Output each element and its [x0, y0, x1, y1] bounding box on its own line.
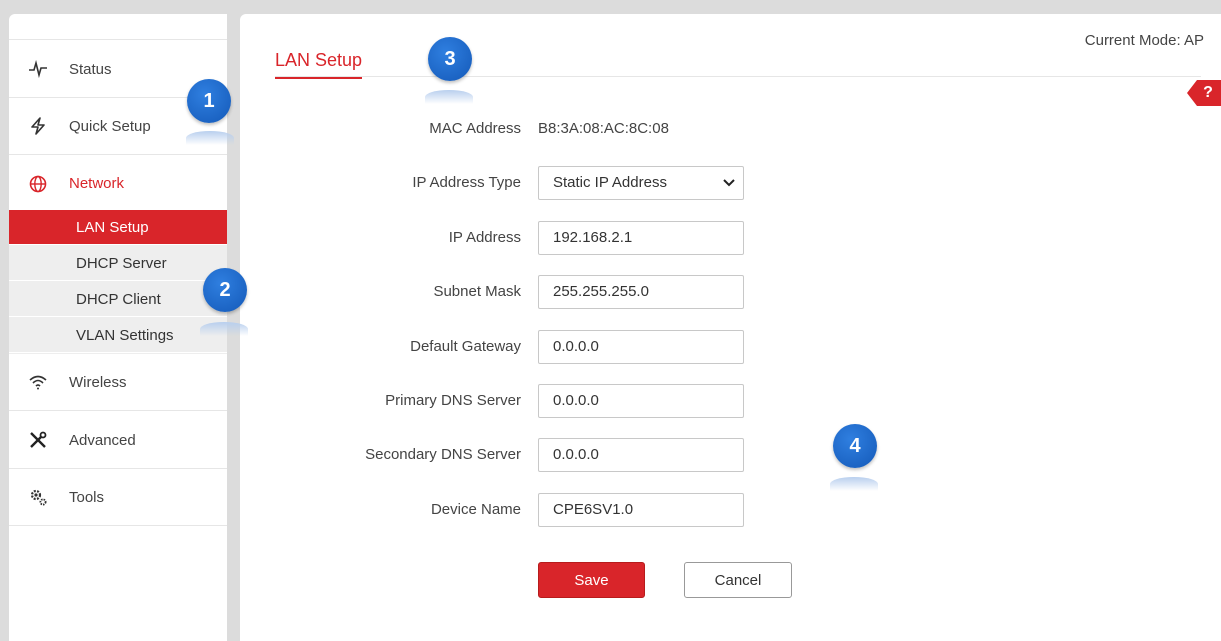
default-gateway-input[interactable]: 0.0.0.0: [538, 330, 744, 364]
sidebar-subitem-dhcp-server[interactable]: DHCP Server: [9, 246, 227, 281]
secondary-dns-row: Secondary DNS Server 0.0.0.0: [240, 438, 1221, 472]
device-name-input[interactable]: CPE6SV1.0: [538, 493, 744, 527]
sidebar-item-label: Status: [69, 60, 112, 78]
primary-dns-row: Primary DNS Server 0.0.0.0: [240, 384, 1221, 418]
cancel-button[interactable]: Cancel: [684, 562, 792, 598]
sidebar-item-label: Quick Setup: [69, 117, 151, 135]
wifi-icon: [27, 371, 49, 393]
secondary-dns-input[interactable]: 0.0.0.0: [538, 438, 744, 472]
default-gateway-row: Default Gateway 0.0.0.0: [240, 330, 1221, 364]
primary-dns-label: Primary DNS Server: [385, 392, 521, 409]
callout-shadow: [425, 90, 473, 104]
subnet-mask-input[interactable]: 255.255.255.0: [538, 275, 744, 309]
tools-icon: [27, 429, 49, 451]
callout-1: 1: [187, 79, 231, 123]
main-panel: Current Mode: AP LAN Setup ? MAC Address…: [240, 14, 1221, 641]
tab-lan-setup[interactable]: LAN Setup: [275, 50, 363, 79]
sidebar-subitem-lan-setup[interactable]: LAN Setup: [9, 210, 227, 245]
sidebar-item-label: Tools: [69, 488, 105, 506]
device-name-label: Device Name: [430, 501, 521, 518]
sidebar-subitem-dhcp-client[interactable]: DHCP Client: [9, 282, 227, 317]
callout-3: 3: [428, 37, 472, 81]
save-button[interactable]: Save: [538, 562, 645, 598]
callout-shadow: [200, 322, 248, 336]
ip-type-label: IP Address Type: [412, 174, 521, 191]
subnet-mask-label: Subnet Mask: [433, 283, 521, 300]
ip-address-input[interactable]: 192.168.2.1: [538, 221, 744, 255]
sidebar-item-advanced[interactable]: Advanced: [9, 412, 227, 469]
chevron-down-icon: [723, 179, 735, 187]
callout-shadow: [186, 131, 234, 145]
sidebar-item-network[interactable]: Network: [9, 155, 227, 212]
ip-type-row: IP Address Type Static IP Address: [240, 166, 1221, 200]
subnet-mask-row: Subnet Mask 255.255.255.0: [240, 275, 1221, 309]
globe-icon: [27, 173, 49, 195]
sidebar-item-wireless[interactable]: Wireless: [9, 354, 227, 411]
secondary-dns-label: Secondary DNS Server: [365, 446, 521, 463]
pulse-icon: [27, 58, 49, 80]
help-button[interactable]: ?: [1187, 80, 1221, 106]
tab-divider: [275, 76, 1201, 77]
callout-shadow: [830, 477, 878, 491]
mac-address-label: MAC Address: [429, 120, 521, 137]
ip-address-row: IP Address 192.168.2.1: [240, 221, 1221, 255]
device-name-row: Device Name CPE6SV1.0: [240, 493, 1221, 527]
mac-address-value: B8:3A:08:AC:8C:08: [538, 120, 669, 137]
default-gateway-label: Default Gateway: [410, 338, 521, 355]
gears-icon: [27, 486, 49, 508]
ip-type-select[interactable]: Static IP Address: [538, 166, 744, 200]
current-mode: Current Mode: AP: [1084, 32, 1204, 49]
callout-4: 4: [833, 424, 877, 468]
sidebar-item-label: Network: [69, 175, 125, 192]
sidebar-item-tools[interactable]: Tools: [9, 469, 227, 526]
callout-2: 2: [203, 268, 247, 312]
sidebar-subitem-vlan-settings[interactable]: VLAN Settings: [9, 318, 227, 353]
ip-address-label: IP Address: [448, 229, 521, 246]
sidebar-item-label: Wireless: [69, 373, 127, 391]
network-submenu: LAN Setup DHCP Server DHCP Client VLAN S…: [9, 210, 227, 354]
mac-address-row: MAC Address B8:3A:08:AC:8C:08: [240, 112, 1221, 146]
bolt-icon: [27, 115, 49, 137]
sidebar-item-label: Advanced: [69, 431, 136, 449]
primary-dns-input[interactable]: 0.0.0.0: [538, 384, 744, 418]
